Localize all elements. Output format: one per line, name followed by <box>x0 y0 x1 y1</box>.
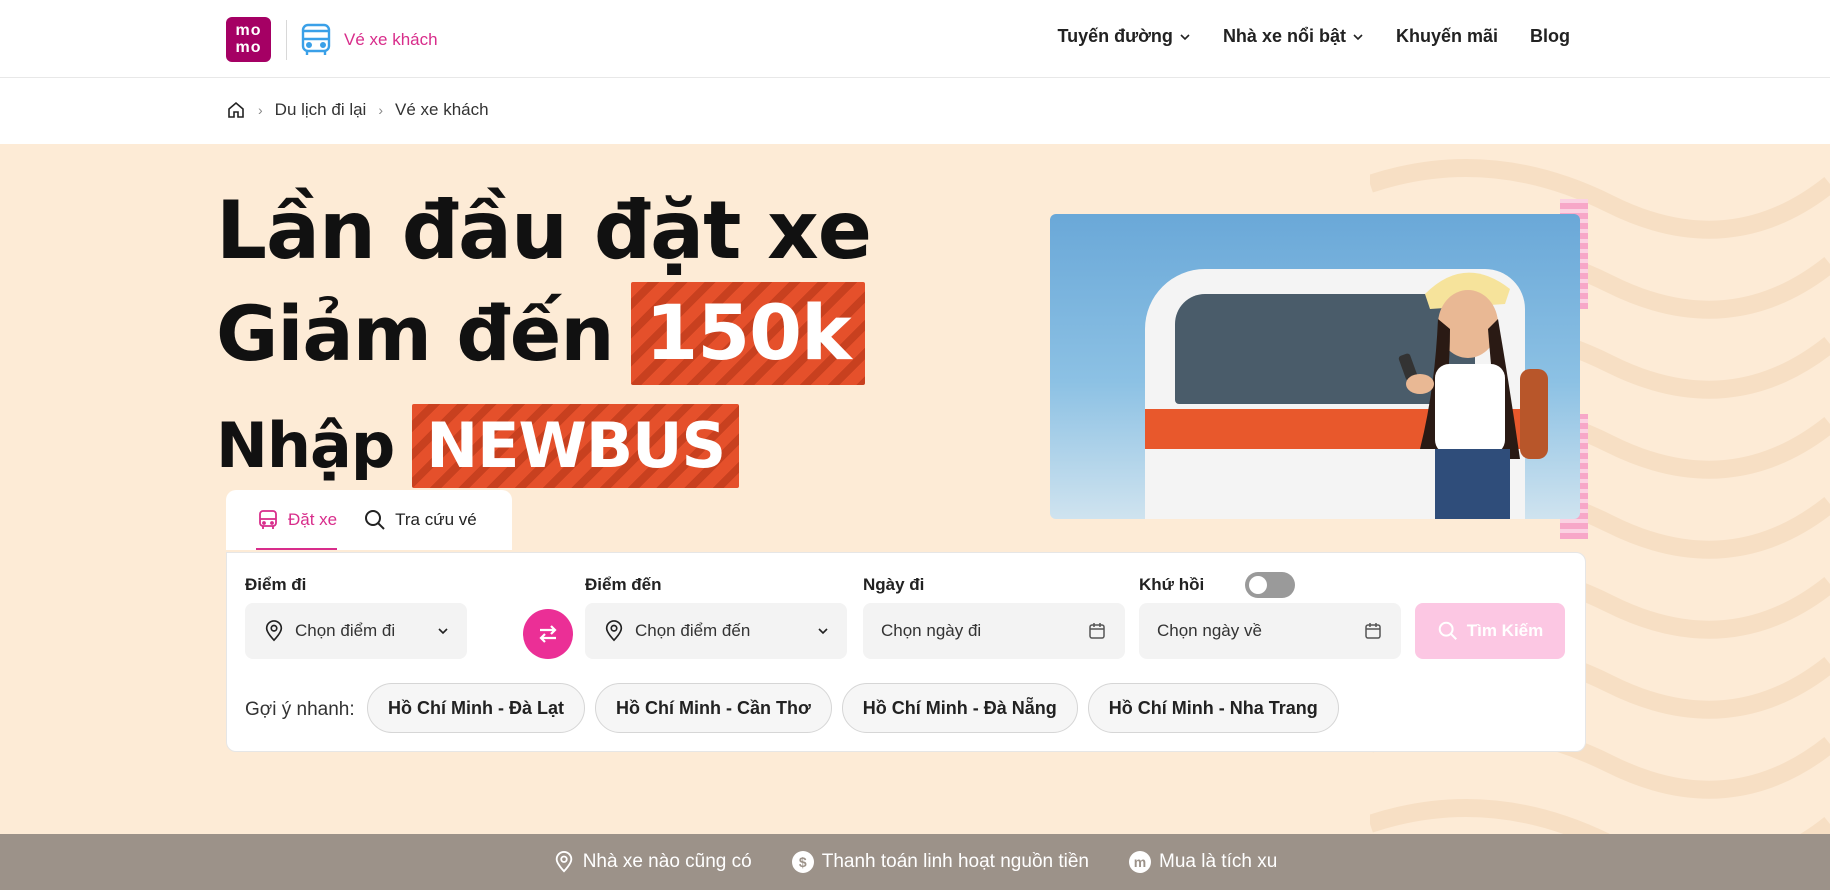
hero-line2-prefix: Giảm đến <box>216 288 614 378</box>
from-select[interactable]: Chọn điểm đi <box>245 603 467 659</box>
suggest-chip[interactable]: Hồ Chí Minh - Cần Thơ <box>594 683 832 733</box>
suggest-chip[interactable]: Hồ Chí Minh - Đà Lạt <box>367 683 585 733</box>
feature-label: Nhà xe nào cũng có <box>582 851 752 872</box>
feature-item: Nhà xe nào cũng có <box>553 851 752 873</box>
brand-link[interactable]: Vé xe khách <box>298 20 438 60</box>
nav-label: Khuyến mãi <box>1395 26 1498 46</box>
hero-image-bus-traveler <box>1050 214 1580 519</box>
feature-item: $ Thanh toán linh hoạt nguồn tiền <box>791 851 1089 873</box>
round-trip-toggle[interactable] <box>1245 572 1295 598</box>
nav-khuyen-mai[interactable]: Khuyến mãi <box>1396 26 1498 47</box>
return-placeholder: Chọn ngày về <box>1157 621 1262 640</box>
nav-nha-xe-noi-bat[interactable]: Nhà xe nổi bật <box>1223 26 1364 47</box>
suggest-chip[interactable]: Hồ Chí Minh - Nha Trang <box>1087 683 1339 733</box>
nav-tuyen-duong[interactable]: Tuyến đường <box>1057 26 1191 47</box>
breadcrumb-item[interactable]: Du lịch đi lại <box>275 100 367 120</box>
chevron-down-icon <box>818 628 828 635</box>
booking-tabs: Đặt xe Tra cứu vé <box>226 490 512 550</box>
suggest-chip[interactable]: Hồ Chí Minh - Đà Nẵng <box>841 683 1078 733</box>
hero-line3-prefix: Nhập <box>216 409 395 483</box>
brand-text: Vé xe khách <box>344 30 438 49</box>
discount-highlight: 150k <box>631 282 865 385</box>
return-date-input[interactable]: Chọn ngày về <box>1139 603 1401 659</box>
breadcrumb-separator: › <box>258 102 263 118</box>
nav-blog[interactable]: Blog <box>1530 26 1570 47</box>
from-label: Điểm đi <box>245 575 307 594</box>
quick-suggest-label: Gợi ý nhanh: <box>245 699 355 720</box>
hero-headline-line1: Lần đầu đặt xe <box>216 184 872 277</box>
search-button[interactable]: Tìm Kiếm <box>1415 603 1565 659</box>
date-placeholder: Chọn ngày đi <box>881 621 982 640</box>
bus-icon <box>259 510 277 529</box>
main-nav: Tuyến đường Nhà xe nổi bật Khuyến mãi Bl… <box>1057 26 1570 47</box>
search-icon <box>365 510 385 530</box>
momo-logo[interactable]: mo mo <box>226 17 271 62</box>
swap-icon <box>539 625 557 643</box>
return-label: Khứ hồi <box>1139 575 1205 594</box>
date-label: Ngày đi <box>863 575 925 594</box>
location-pin-icon <box>265 620 283 642</box>
dollar-icon: $ <box>791 851 814 873</box>
location-pin-icon <box>605 620 623 642</box>
hero-headline-line2: Giảm đến 150k <box>216 282 865 385</box>
site-header: mo mo Vé xe khách Tuyến đường Nhà xe nổi … <box>0 0 1830 78</box>
chevron-down-icon <box>1180 33 1190 40</box>
breadcrumb-item[interactable]: Vé xe khách <box>395 100 489 120</box>
quick-suggest-list: Hồ Chí Minh - Đà Lạt Hồ Chí Minh - Cần T… <box>367 683 1339 733</box>
departure-date-input[interactable]: Chọn ngày đi <box>863 603 1125 659</box>
bus-icon <box>298 22 334 58</box>
tab-dat-xe[interactable]: Đặt xe <box>256 490 338 550</box>
tab-tra-cuu-ve[interactable]: Tra cứu vé <box>363 490 477 550</box>
chevron-down-icon <box>438 628 448 635</box>
logo-text: mo mo <box>235 22 262 56</box>
nav-label: Nhà xe nổi bật <box>1222 26 1346 46</box>
hero-headline-line3: Nhập NEWBUS <box>216 404 740 488</box>
swap-locations-button[interactable] <box>523 609 573 659</box>
toggle-knob <box>1249 576 1267 594</box>
momo-coin-icon: m <box>1129 851 1151 873</box>
nav-label: Tuyến đường <box>1057 26 1173 46</box>
tab-label: Đặt xe <box>288 510 338 529</box>
feature-label: Mua là tích xu <box>1159 851 1278 872</box>
feature-label: Thanh toán linh hoạt nguồn tiền <box>821 851 1089 872</box>
logo-divider <box>286 20 287 60</box>
calendar-icon <box>1089 623 1105 639</box>
from-placeholder: Chọn điểm đi <box>295 621 396 640</box>
search-icon <box>1438 621 1457 640</box>
tab-label: Tra cứu vé <box>395 510 477 529</box>
to-select[interactable]: Chọn điểm đến <box>585 603 847 659</box>
calendar-icon <box>1365 623 1381 639</box>
chevron-down-icon <box>1353 33 1363 40</box>
feature-bar: Nhà xe nào cũng có $ Thanh toán linh hoạ… <box>0 834 1830 890</box>
traveler-illustration <box>1398 272 1548 519</box>
breadcrumb: › Du lịch đi lại › Vé xe khách <box>226 100 489 120</box>
feature-item: m Mua là tích xu <box>1129 851 1277 873</box>
search-form: Điểm đi Chọn điểm đi Điểm đến Chọn điểm … <box>226 552 1586 752</box>
to-label: Điểm đến <box>585 575 662 594</box>
search-button-label: Tìm Kiếm <box>1466 621 1544 640</box>
location-pin-icon <box>555 851 572 873</box>
nav-label: Blog <box>1530 26 1570 46</box>
home-icon[interactable] <box>226 100 246 120</box>
to-placeholder: Chọn điểm đến <box>635 621 751 640</box>
breadcrumb-separator: › <box>378 102 383 118</box>
promo-code-highlight: NEWBUS <box>412 404 740 488</box>
